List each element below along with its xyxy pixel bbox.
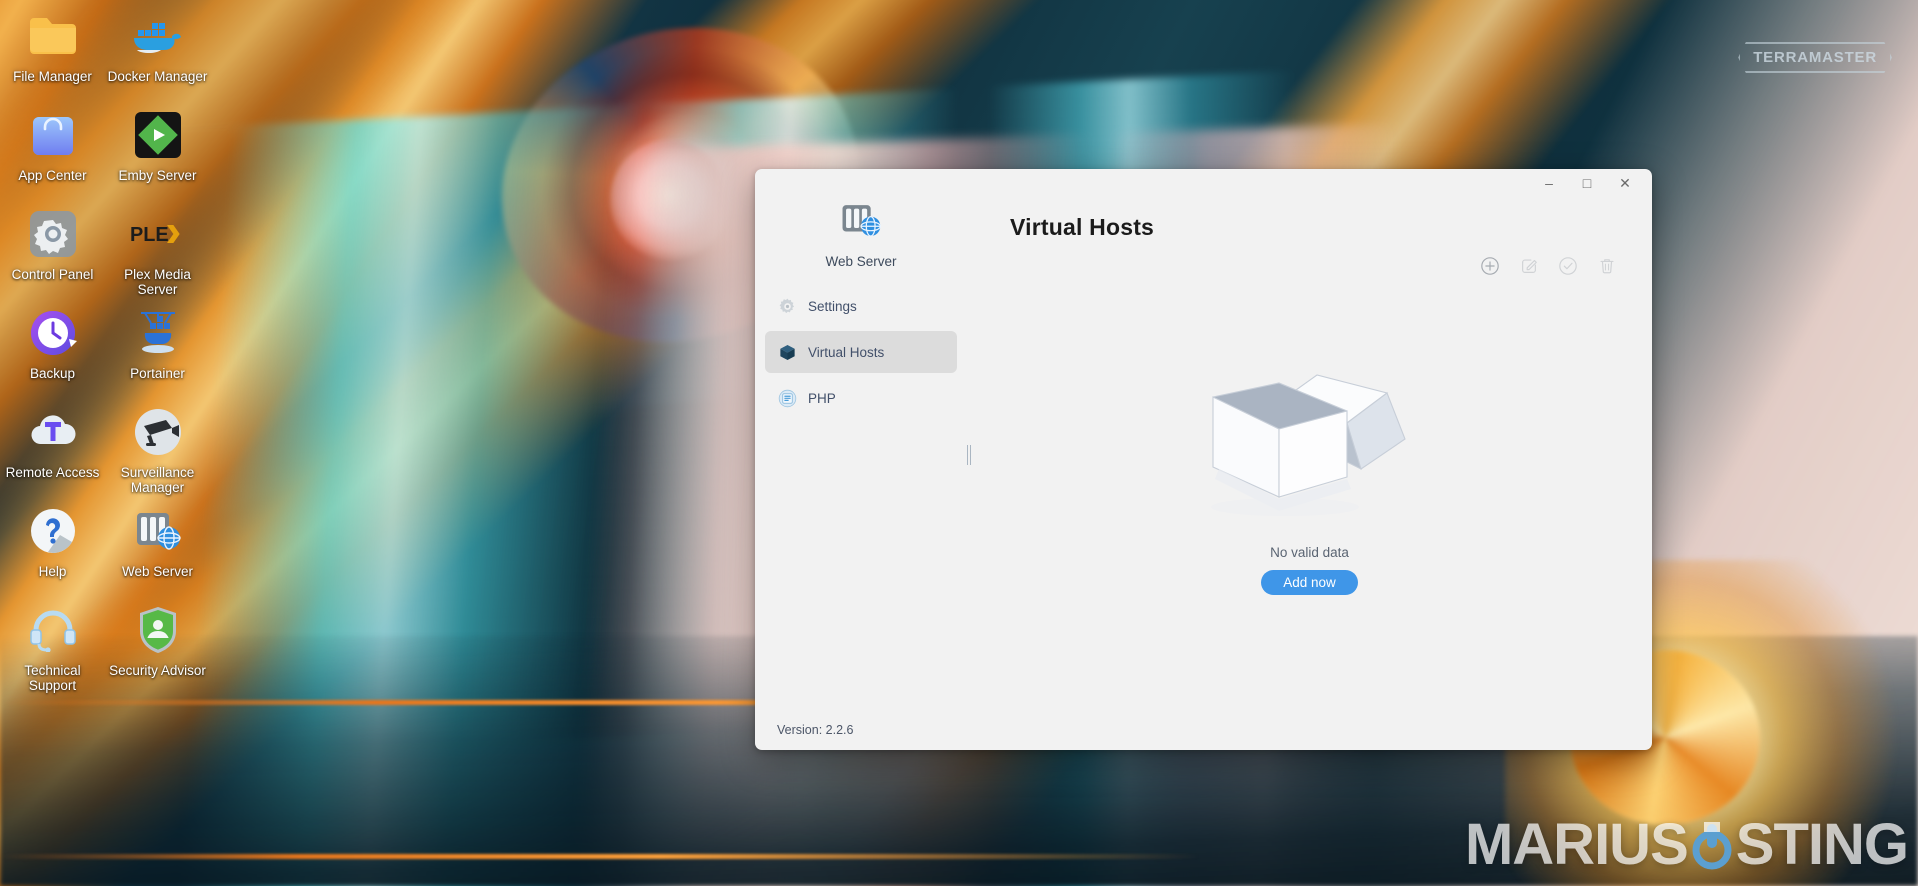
minimize-button[interactable]: – <box>1530 170 1568 196</box>
desktop-icon-plex-media-server[interactable]: PLE Plex Media Server <box>105 198 210 297</box>
desktop-icon-file-manager[interactable]: File Manager <box>0 0 105 99</box>
enable-button[interactable] <box>1557 256 1579 281</box>
desktop-icon-grid: File Manager Docker Manager App Center E… <box>0 0 210 706</box>
add-button[interactable] <box>1479 256 1501 281</box>
app-brand-label: Web Server <box>825 254 897 269</box>
app-brand: Web Server <box>755 199 967 285</box>
desktop-icon-label: Surveillance Manager <box>120 465 195 495</box>
terramaster-logo-text: TERRAMASTER <box>1738 42 1892 73</box>
shield-advisor-icon <box>130 602 186 658</box>
add-now-button[interactable]: Add now <box>1261 569 1358 595</box>
edit-square-icon <box>1519 256 1539 281</box>
desktop-icon-web-server[interactable]: Web Server <box>105 495 210 594</box>
security-camera-icon <box>130 404 186 460</box>
desktop-icon-label: Emby Server <box>118 168 197 183</box>
desktop-icon-label: File Manager <box>13 69 92 84</box>
version-label: Version: 2.2.6 <box>777 723 854 737</box>
desktop-icon-docker-manager[interactable]: Docker Manager <box>105 0 210 99</box>
cloud-t-icon <box>25 404 81 460</box>
shopping-bag-icon <box>25 107 81 163</box>
desktop-icon-surveillance-manager[interactable]: Surveillance Manager <box>105 396 210 495</box>
desktop-icon-label: App Center <box>18 168 87 183</box>
page-title: Virtual Hosts <box>1010 214 1155 240</box>
desktop-icon-help[interactable]: Help <box>0 495 105 594</box>
desktop-icon-label: Technical Support <box>24 663 81 693</box>
close-button[interactable]: ✕ <box>1606 170 1644 196</box>
sidebar-item-label: Settings <box>808 298 857 314</box>
clock-backup-icon <box>25 305 81 361</box>
window-titlebar[interactable]: – □ ✕ <box>755 169 1652 197</box>
maximize-button[interactable]: □ <box>1568 170 1606 196</box>
desktop-icon-label: Backup <box>29 366 76 381</box>
sidebar-item-settings[interactable]: Settings <box>765 285 957 327</box>
svg-text:PLE: PLE <box>130 224 169 246</box>
window-body: Web Server Settings Virtual Hosts PHP Vi… <box>755 197 1652 710</box>
desktop-icon-security-advisor[interactable]: Security Advisor <box>105 594 210 706</box>
cube-icon <box>777 342 797 362</box>
desktop: File Manager Docker Manager App Center E… <box>0 0 1918 886</box>
sidebar-item-virtual-hosts[interactable]: Virtual Hosts <box>765 331 957 373</box>
desktop-icon-label: Security Advisor <box>109 663 206 678</box>
empty-state-message: No valid data <box>1270 544 1349 560</box>
window-content: Virtual Hosts No valid data Add now <box>967 197 1652 710</box>
watermark-text-right: STING <box>1735 812 1909 877</box>
delete-button[interactable] <box>1596 257 1618 279</box>
desktop-icon-label: Web Server <box>121 564 194 579</box>
web-server-globe-icon <box>130 503 186 559</box>
gear-icon <box>25 206 81 262</box>
terramaster-logo: TERRAMASTER <box>1738 42 1892 73</box>
plus-circle-icon <box>1480 256 1500 281</box>
check-circle-icon <box>1558 256 1578 281</box>
php-document-icon <box>777 388 797 408</box>
window-sidebar: Web Server Settings Virtual Hosts PHP <box>755 197 971 710</box>
folder-icon <box>25 8 81 64</box>
desktop-icon-technical-support[interactable]: Technical Support <box>0 594 105 706</box>
desktop-icon-label: Docker Manager <box>107 69 208 84</box>
emby-play-icon <box>130 107 186 163</box>
desktop-icon-label: Portainer <box>130 366 185 381</box>
sidebar-item-php[interactable]: PHP <box>765 377 957 419</box>
desktop-icon-label: Plex Media Server <box>124 267 191 297</box>
desktop-icon-emby-server[interactable]: Emby Server <box>105 99 210 198</box>
trash-icon <box>1597 256 1617 281</box>
edit-button[interactable] <box>1518 257 1540 279</box>
power-button-icon <box>1690 819 1734 871</box>
empty-box-illustration <box>1201 349 1419 519</box>
question-mark-icon <box>25 503 81 559</box>
plex-icon: PLE <box>130 206 186 262</box>
window-footer: Version: 2.2.6 <box>755 710 1652 750</box>
headset-icon <box>25 602 81 658</box>
desktop-icon-label: Help <box>38 564 67 579</box>
desktop-icon-label: Remote Access <box>5 465 100 480</box>
sidebar-item-label: PHP <box>808 390 836 406</box>
empty-state: No valid data Add now <box>967 279 1652 710</box>
docker-whale-icon <box>130 8 186 64</box>
sidebar-item-label: Virtual Hosts <box>808 344 885 360</box>
portainer-crane-icon <box>130 305 186 361</box>
desktop-icon-portainer[interactable]: Portainer <box>105 297 210 396</box>
desktop-icon-control-panel[interactable]: Control Panel <box>0 198 105 297</box>
desktop-icon-backup[interactable]: Backup <box>0 297 105 396</box>
watermark-text-left: MARIUS <box>1464 812 1689 877</box>
web-server-globe-icon <box>839 201 883 245</box>
desktop-icon-label: Control Panel <box>11 267 94 282</box>
content-toolbar <box>967 241 1652 279</box>
wallpaper-orange-line-b <box>0 854 1200 859</box>
web-server-window: – □ ✕ Web Server Settings Virtual Hosts … <box>755 169 1652 750</box>
mariushosting-watermark: MARIUS STING <box>1464 811 1909 878</box>
desktop-icon-app-center[interactable]: App Center <box>0 99 105 198</box>
gear-icon <box>777 296 797 316</box>
desktop-icon-remote-access[interactable]: Remote Access <box>0 396 105 495</box>
